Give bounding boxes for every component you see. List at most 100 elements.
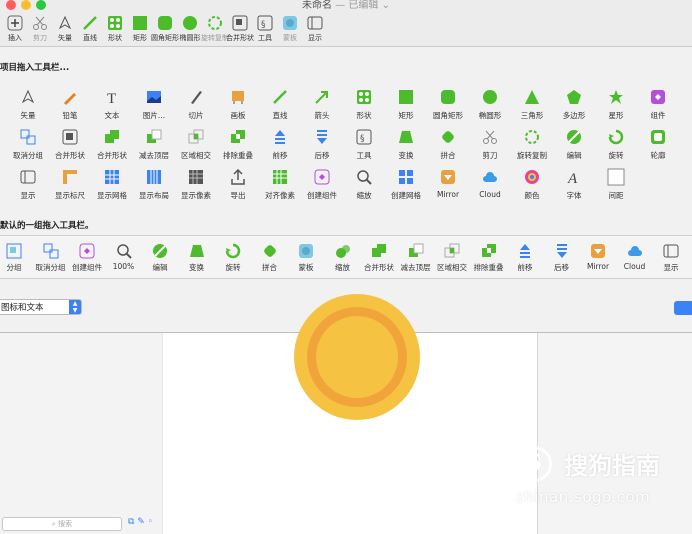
palette-artboard[interactable]: 画板	[218, 87, 258, 121]
default-transform[interactable]: 变换	[177, 242, 217, 273]
transform-icon	[188, 242, 206, 260]
palette-cloud[interactable]: Cloud	[470, 167, 510, 199]
palette-scissors[interactable]: 剪刀	[470, 127, 510, 161]
default-subtract[interactable]: 减去顶层	[396, 242, 436, 273]
item-label: 合并形状	[97, 151, 127, 160]
palette-colors[interactable]: 颜色	[512, 167, 552, 201]
backward-icon	[312, 127, 332, 147]
toolbar-view[interactable]: 显示	[300, 14, 330, 43]
item-label: 导出	[230, 191, 246, 200]
mask-icon	[281, 14, 299, 32]
palette-layout[interactable]: 显示布局	[134, 167, 174, 201]
default-mirror[interactable]: Mirror	[578, 242, 618, 271]
triangle-icon	[522, 87, 542, 107]
default-toolbar-set[interactable]: 分组 取消分组 创建组件 100% 编辑 变换 旋转 拼合 蒙板 缩放 合并形状 减去顶层 区域相交 排除…	[0, 235, 692, 279]
default-flatten[interactable]: 拼合	[250, 242, 290, 273]
palette-tools[interactable]: § 工具	[344, 127, 384, 161]
palette-rotate[interactable]: 旋转	[596, 127, 636, 161]
layout-icon	[144, 167, 164, 187]
palette-text[interactable]: T 文本	[92, 87, 132, 121]
palette-union[interactable]: 合并形状	[92, 127, 132, 161]
search-input[interactable]: ⌕ 搜索	[2, 517, 122, 531]
palette-space[interactable]: 间距	[596, 167, 636, 201]
palette-symbol[interactable]: 组件	[638, 87, 678, 121]
artboard-icon	[228, 87, 248, 107]
done-button[interactable]	[674, 301, 692, 315]
palette-align-pixels[interactable]: 对齐像素	[260, 167, 300, 201]
backward-icon	[553, 242, 571, 260]
palette-slice[interactable]: 切片	[176, 87, 216, 121]
palette-pixels[interactable]: 显示像素	[176, 167, 216, 201]
palette-star[interactable]: 星形	[596, 87, 636, 121]
palette-pen[interactable]: 矢量	[8, 87, 48, 121]
palette-outline[interactable]: 轮廓	[638, 127, 678, 161]
default-difference[interactable]: 排除重叠	[469, 242, 509, 273]
default-forward[interactable]: 前移	[505, 242, 545, 273]
default-union[interactable]: 合并形状	[359, 242, 399, 273]
palette-grid[interactable]: 显示网格	[92, 167, 132, 201]
palette-rounded-rectangle[interactable]: 圆角矩形	[428, 87, 468, 121]
palette-rulers[interactable]: 显示标尺	[50, 167, 90, 201]
palette-rectangle[interactable]: 矩形	[386, 87, 426, 121]
sun-circle-core[interactable]	[316, 316, 398, 398]
palette-rotate-copies[interactable]: 旋转复制	[512, 127, 552, 161]
image-icon	[144, 87, 164, 107]
palette-export[interactable]: 导出	[218, 167, 258, 201]
palette-pencil[interactable]: 铅笔	[50, 87, 90, 121]
palette-forward[interactable]: 前移	[260, 127, 300, 161]
palette-oval[interactable]: 椭圆形	[470, 87, 510, 121]
default-create-symbol[interactable]: 创建组件	[67, 242, 107, 273]
forward-icon	[516, 242, 534, 260]
union-icon	[370, 242, 388, 260]
palette-image[interactable]: 图片...	[134, 87, 174, 121]
palette-arrow[interactable]: 箭头	[302, 87, 342, 121]
layer-options-icon[interactable]: ⧉ ✎ ◦	[128, 517, 153, 527]
palette-backward[interactable]: 后移	[302, 127, 342, 161]
ungroup-icon	[18, 127, 38, 147]
show-mode-select[interactable]: 图标和文本 ▲ ▼	[0, 299, 82, 315]
item-label: 字体	[566, 191, 582, 200]
palette-shape[interactable]: 形状	[344, 87, 384, 121]
palette-zoom[interactable]: 缩放	[344, 167, 384, 201]
window-title: 未命名 — 已编辑 ⌄	[302, 0, 390, 11]
palette-difference[interactable]: 排除重叠	[218, 127, 258, 161]
item-label: 区域相交	[437, 263, 467, 272]
palette-subtract[interactable]: 减去顶层	[134, 127, 174, 161]
palette-make-grid[interactable]: 创建网格	[386, 167, 426, 201]
default-backward[interactable]: 后移	[542, 242, 582, 273]
palette-polygon[interactable]: 多边形	[554, 87, 594, 121]
default-intersect[interactable]: 区域相交	[432, 242, 472, 273]
scale-icon	[334, 242, 352, 260]
default-ungroup[interactable]: 取消分组	[31, 242, 71, 273]
pixels-icon	[186, 167, 206, 187]
subtract-icon	[407, 242, 425, 260]
palette-mirror[interactable]: Mirror	[428, 167, 468, 199]
layers-panel: ⌕ 搜索 ⧉ ✎ ◦	[0, 333, 163, 534]
default-mask[interactable]: 蒙板	[286, 242, 326, 273]
default-group[interactable]: 分组	[0, 242, 34, 273]
default-zoom[interactable]: 100%	[104, 242, 144, 271]
item-label: 组件	[650, 111, 666, 120]
palette-intersect[interactable]: 区域相交	[176, 127, 216, 161]
item-label: Cloud	[479, 190, 501, 199]
palette-flatten[interactable]: 拼合	[428, 127, 468, 161]
default-scale[interactable]: 缩放	[323, 242, 363, 273]
default-edit[interactable]: 编辑	[140, 242, 180, 273]
text-icon: T	[102, 87, 122, 107]
palette-transform[interactable]: 变换	[386, 127, 426, 161]
create-symbol-icon	[312, 167, 332, 187]
line-icon	[270, 87, 290, 107]
palette-edit[interactable]: 编辑	[554, 127, 594, 161]
palette-ungroup[interactable]: 取消分组	[8, 127, 48, 161]
default-view[interactable]: 显示	[651, 242, 691, 273]
default-cloud[interactable]: Cloud	[615, 242, 655, 271]
palette-fonts[interactable]: A 字体	[554, 167, 594, 201]
default-rotate[interactable]: 旋转	[213, 242, 253, 273]
zoom-icon	[354, 167, 374, 187]
title-toolbar: 未命名 — 已编辑 ⌄ 插入 剪刀 矢量 直线 形状 矩形 圆角矩形 椭圆形 旋转复制 合并形状 §…	[0, 0, 692, 47]
palette-line[interactable]: 直线	[260, 87, 300, 121]
palette-view[interactable]: 显示	[8, 167, 48, 201]
palette-combine[interactable]: 合并形状	[50, 127, 90, 161]
palette-create-symbol[interactable]: 创建组件	[302, 167, 342, 201]
palette-triangle[interactable]: 三角形	[512, 87, 552, 121]
